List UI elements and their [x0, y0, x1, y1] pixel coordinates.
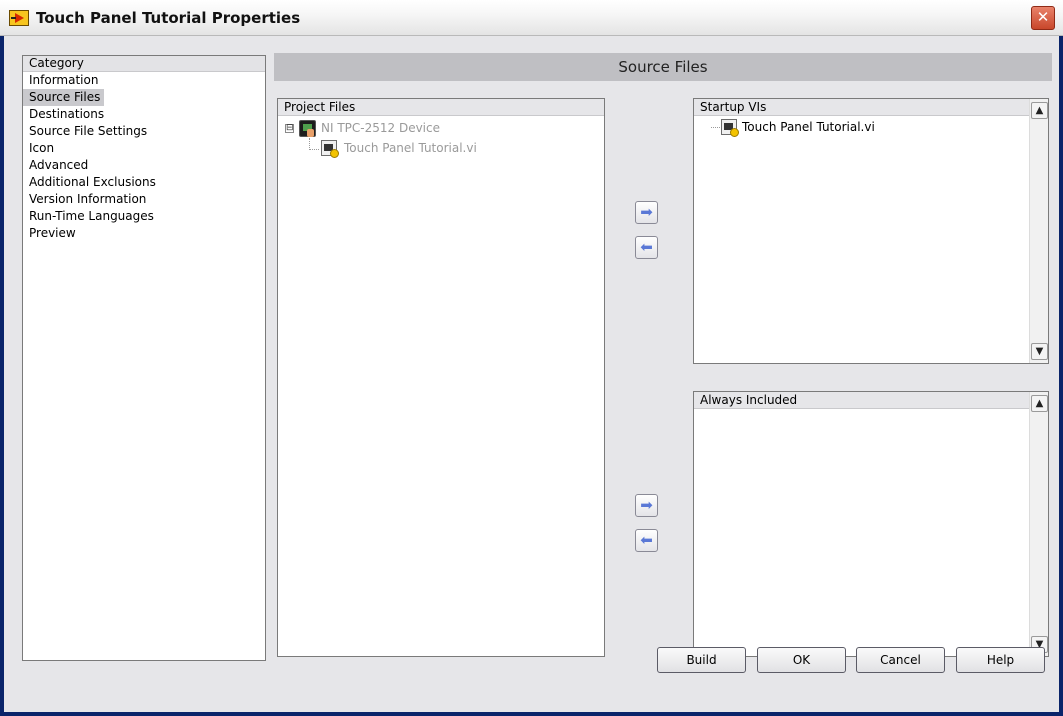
category-item-preview[interactable]: Preview — [23, 225, 265, 242]
properties-dialog: Touch Panel Tutorial Properties ✕ Catego… — [0, 0, 1063, 716]
always-included-list[interactable]: Always Included ▲ ▼ — [693, 391, 1049, 657]
category-item-icon[interactable]: Icon — [23, 140, 265, 157]
category-item-additional-exclusions[interactable]: Additional Exclusions — [23, 174, 265, 191]
category-item-version-information[interactable]: Version Information — [23, 191, 265, 208]
always-included-header: Always Included — [694, 392, 1048, 409]
category-item-source-file-settings[interactable]: Source File Settings — [23, 123, 265, 140]
section-title: Source Files — [274, 53, 1052, 81]
startup-vis-scrollbar[interactable]: ▲ ▼ — [1029, 99, 1048, 363]
scroll-up-icon[interactable]: ▲ — [1031, 102, 1048, 119]
scroll-up-icon[interactable]: ▲ — [1031, 395, 1048, 412]
add-always-included-button[interactable]: ➡ — [635, 494, 658, 517]
build-button[interactable]: Build — [657, 647, 746, 673]
remove-always-included-button[interactable]: ⬅ — [635, 529, 658, 552]
collapse-icon[interactable]: ⊟ — [285, 124, 294, 133]
startup-vis-header: Startup VIs — [694, 99, 1048, 116]
labview-app-icon — [9, 10, 29, 26]
add-startup-vi-button[interactable]: ➡ — [635, 201, 658, 224]
dialog-body: Category Information Source Files Destin… — [4, 36, 1059, 712]
close-icon: ✕ — [1036, 8, 1050, 26]
category-items: Information Source Files Destinations So… — [23, 72, 265, 242]
window-title: Touch Panel Tutorial Properties — [36, 9, 301, 27]
always-included-scrollbar[interactable]: ▲ ▼ — [1029, 392, 1048, 656]
ok-button[interactable]: OK — [757, 647, 846, 673]
startup-vi-item[interactable]: Touch Panel Tutorial.vi — [742, 118, 875, 136]
title-bar: Touch Panel Tutorial Properties ✕ — [0, 0, 1063, 36]
vi-file-icon — [721, 119, 739, 137]
project-files-tree[interactable]: Project Files ⊟ NI TPC-2512 Device Touch… — [277, 98, 605, 657]
arrow-left-icon: ⬅ — [640, 238, 653, 256]
touch-panel-device-icon — [299, 120, 316, 137]
category-item-advanced[interactable]: Advanced — [23, 157, 265, 174]
vi-file-icon — [321, 140, 339, 158]
category-item-run-time-languages[interactable]: Run-Time Languages — [23, 208, 265, 225]
scroll-down-icon[interactable]: ▼ — [1031, 343, 1048, 360]
arrow-left-icon: ⬅ — [640, 531, 653, 549]
category-list: Category Information Source Files Destin… — [22, 55, 266, 661]
category-item-destinations[interactable]: Destinations — [23, 106, 265, 123]
category-item-information[interactable]: Information — [23, 72, 265, 89]
category-item-source-files[interactable]: Source Files — [23, 89, 265, 107]
category-header: Category — [23, 56, 265, 72]
arrow-right-icon: ➡ — [640, 496, 653, 514]
tree-item-device[interactable]: NI TPC-2512 Device — [321, 119, 440, 137]
tree-item-vi[interactable]: Touch Panel Tutorial.vi — [344, 139, 477, 157]
close-button[interactable]: ✕ — [1031, 6, 1055, 30]
remove-startup-vi-button[interactable]: ⬅ — [635, 236, 658, 259]
help-button[interactable]: Help — [956, 647, 1045, 673]
project-files-header: Project Files — [278, 99, 604, 116]
startup-vis-list[interactable]: Startup VIs Touch Panel Tutorial.vi ▲ ▼ — [693, 98, 1049, 364]
list-connector — [711, 127, 720, 128]
tree-connector-h — [309, 149, 319, 150]
arrow-right-icon: ➡ — [640, 203, 653, 221]
cancel-button[interactable]: Cancel — [856, 647, 945, 673]
